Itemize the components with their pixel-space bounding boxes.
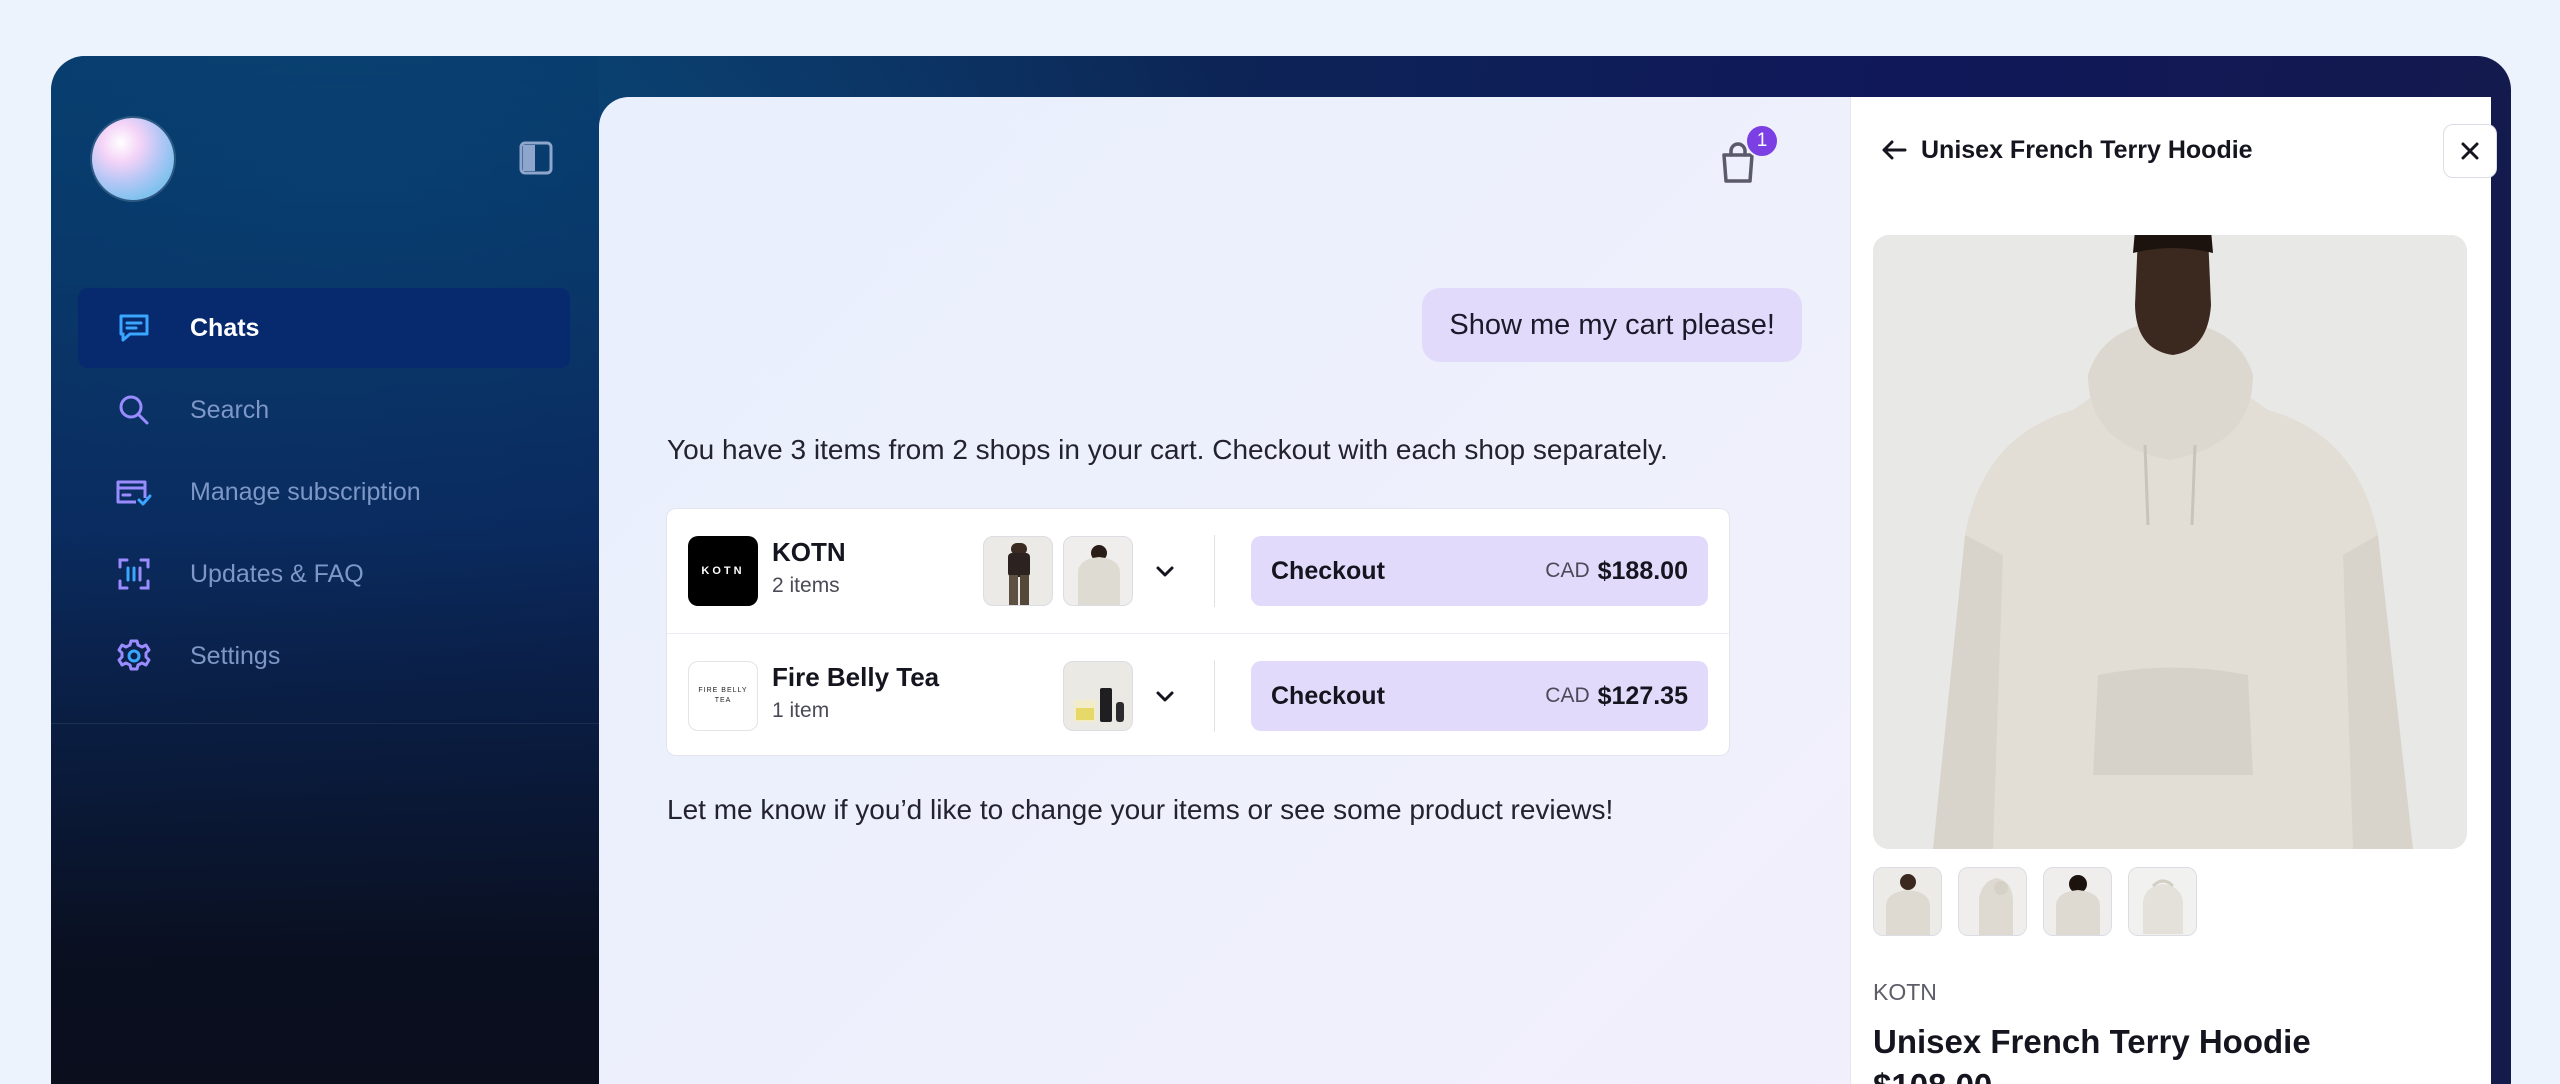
expand-chevron-button[interactable] — [1145, 676, 1185, 716]
product-thumbnail[interactable] — [1958, 867, 2027, 936]
product-thumbnail[interactable] — [2128, 867, 2197, 936]
assistant-message: Let me know if you’d like to change your… — [667, 794, 1614, 825]
expand-chevron-button[interactable] — [1145, 551, 1185, 591]
shop-item-count: 2 items — [772, 574, 840, 597]
sidebar-item-label: Settings — [190, 641, 281, 670]
user-message: Show me my cart please! — [1422, 288, 1802, 362]
card-check-icon — [114, 472, 154, 512]
checkout-currency: CAD — [1545, 684, 1590, 707]
sidebar-item-label: Chats — [190, 313, 260, 342]
cart-shop-row: KOTN KOTN 2 items Checkout CAD $188.00 — [667, 509, 1729, 633]
sidebar-item-search[interactable]: Search — [78, 370, 570, 450]
chat-icon — [114, 308, 154, 348]
toggle-sidebar-button[interactable] — [518, 140, 554, 176]
product-thumbnail[interactable] — [1873, 867, 1942, 936]
panel-title: Unisex French Terry Hoodie — [1921, 136, 2253, 164]
sidebar-item-settings[interactable]: Settings — [78, 616, 570, 696]
sidebar-nav: Chats Search Manage subscription Updates… — [78, 288, 570, 698]
sidebar-item-label: Search — [190, 395, 270, 424]
close-icon — [2461, 142, 2479, 160]
sidebar-item-label: Updates & FAQ — [190, 559, 364, 588]
cart-count-badge: 1 — [1745, 124, 1779, 158]
product-name: Unisex French Terry Hoodie — [1873, 1023, 2311, 1060]
checkout-total: $127.35 — [1597, 681, 1688, 710]
checkout-currency: CAD — [1545, 559, 1590, 582]
avatar[interactable] — [92, 118, 174, 200]
sidebar-item-manage-subscription[interactable]: Manage subscription — [78, 452, 570, 532]
cart-summary-card: KOTN KOTN 2 items Checkout CAD $188.00 F… — [666, 508, 1730, 756]
app-window: Chats Search Manage subscription Updates… — [51, 56, 2511, 1084]
checkout-label: Checkout — [1271, 556, 1385, 585]
divider — [1214, 535, 1215, 607]
product-thumbnail[interactable] — [1063, 536, 1133, 606]
sidebar-item-chats[interactable]: Chats — [78, 288, 570, 368]
close-button[interactable] — [2443, 124, 2497, 178]
cart-shop-row: FIRE BELLY TEA Fire Belly Tea 1 item Che… — [667, 633, 1729, 755]
product-thumbnail[interactable] — [983, 536, 1053, 606]
chevron-down-icon — [1156, 566, 1174, 577]
checkout-label: Checkout — [1271, 681, 1385, 710]
product-thumbnail[interactable] — [2043, 867, 2112, 936]
shop-logo: KOTN — [688, 536, 758, 606]
shop-name: Fire Belly Tea — [772, 662, 940, 692]
shop-name: KOTN — [772, 537, 846, 567]
arrow-left-icon — [1882, 140, 1907, 160]
product-brand[interactable]: KOTN — [1873, 979, 1937, 1006]
product-detail-panel: Unisex French Terry Hoodie KOTN Unisex F… — [1850, 97, 2497, 1084]
product-hero-image[interactable] — [1873, 235, 2467, 849]
chat-panel: 1 Show me my cart please! You have 3 ite… — [599, 97, 1850, 1084]
product-thumbnail-strip — [1873, 867, 2197, 936]
sidebar-divider — [51, 723, 599, 724]
gear-icon — [114, 636, 154, 676]
chevron-down-icon — [1156, 691, 1174, 702]
product-price: $108.00 — [1873, 1067, 1992, 1084]
sidebar-item-updates-faq[interactable]: Updates & FAQ — [78, 534, 570, 614]
search-icon — [114, 390, 154, 430]
sidebar-toggle-icon — [519, 141, 553, 175]
product-thumbnail[interactable] — [1063, 661, 1133, 731]
sidebar-item-label: Manage subscription — [190, 477, 421, 506]
checkout-button[interactable]: Checkout CAD $188.00 — [1251, 536, 1708, 606]
sidebar: Chats Search Manage subscription Updates… — [51, 56, 599, 1084]
assistant-message: You have 3 items from 2 shops in your ca… — [667, 434, 1668, 465]
back-button[interactable] — [1876, 132, 1912, 168]
scan-icon — [114, 554, 154, 594]
checkout-button[interactable]: Checkout CAD $127.35 — [1251, 661, 1708, 731]
divider — [1214, 660, 1215, 732]
shop-item-count: 1 item — [772, 699, 830, 722]
checkout-total: $188.00 — [1597, 556, 1688, 585]
shop-logo: FIRE BELLY TEA — [688, 660, 758, 731]
